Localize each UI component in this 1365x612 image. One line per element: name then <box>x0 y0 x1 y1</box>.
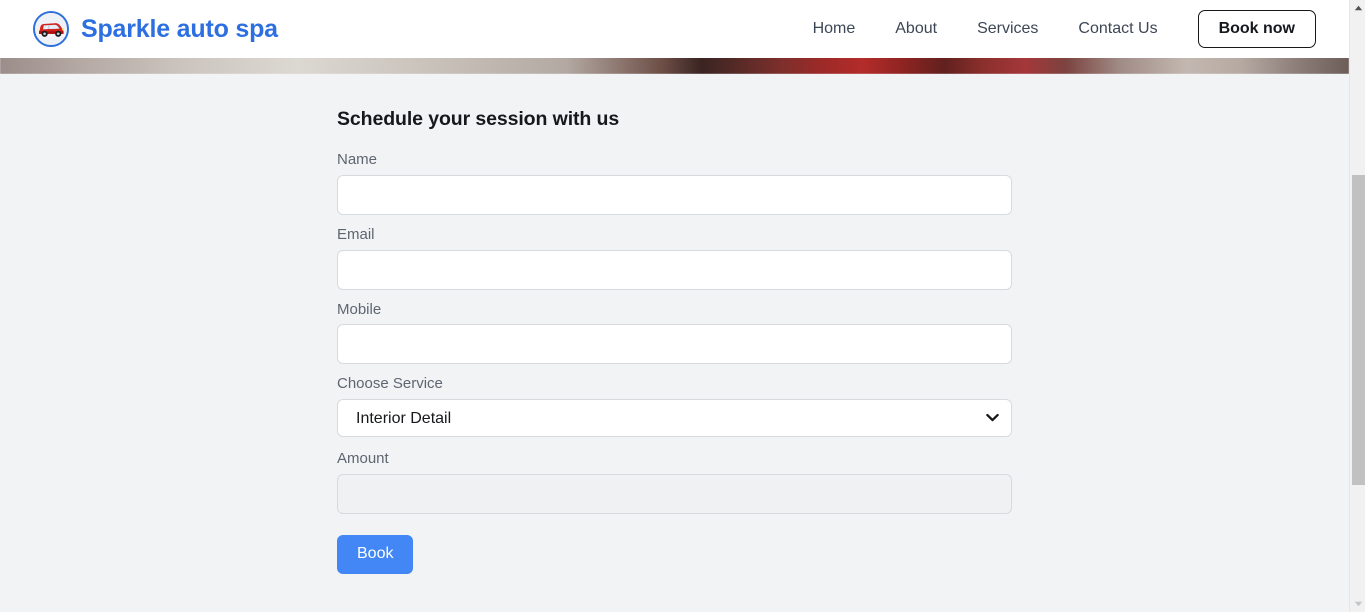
vertical-scrollbar[interactable] <box>1349 0 1365 612</box>
nav-item-contact-us[interactable]: Contact Us <box>1058 12 1177 46</box>
name-input[interactable] <box>337 174 1012 215</box>
hero-image <box>0 58 1349 74</box>
email-label: Email <box>337 225 375 243</box>
brand-name: Sparkle auto spa <box>81 14 278 43</box>
field-choose-service: Choose Service Interior Detail <box>337 375 1012 437</box>
scroll-up-arrow-icon[interactable] <box>1350 0 1365 16</box>
service-select-wrap: Interior Detail <box>337 399 1012 437</box>
scroll-thumb[interactable] <box>1352 175 1365 485</box>
brand-link[interactable]: Sparkle auto spa <box>33 11 278 47</box>
name-label: Name <box>337 151 378 168</box>
main-content: Schedule your session with us Name Email… <box>0 74 1349 612</box>
field-email: Email <box>337 226 1012 290</box>
amount-input <box>337 473 1012 514</box>
nav-item-services[interactable]: Services <box>957 12 1058 46</box>
browser-viewport: Sparkle auto spa Home About Services Con… <box>0 0 1349 612</box>
page-title: Schedule your session with us <box>337 108 620 130</box>
amount-label: Amount <box>337 450 389 467</box>
field-mobile: Mobile <box>337 301 1012 365</box>
nav-item-about[interactable]: About <box>875 12 957 46</box>
submit-row: Book <box>337 534 1012 574</box>
field-name: Name <box>337 151 1012 215</box>
book-submit-button[interactable]: Book <box>337 534 414 574</box>
choose-service-label: Choose Service <box>337 375 443 393</box>
main-nav: Home About Services Contact Us Book now <box>793 10 1316 48</box>
book-now-button[interactable]: Book now <box>1197 10 1316 48</box>
email-input[interactable] <box>337 249 1012 290</box>
scroll-down-arrow-icon[interactable] <box>1350 596 1365 612</box>
site-header: Sparkle auto spa Home About Services Con… <box>0 0 1349 58</box>
red-car-circle-logo-icon <box>33 11 69 47</box>
field-amount: Amount <box>337 450 1012 514</box>
service-select[interactable]: Interior Detail <box>337 399 1012 437</box>
nav-item-home[interactable]: Home <box>793 12 876 46</box>
hero-image-photo <box>0 58 1349 74</box>
booking-form: Schedule your session with us Name Email… <box>337 108 1012 574</box>
mobile-input[interactable] <box>337 324 1012 365</box>
mobile-label: Mobile <box>337 300 382 318</box>
